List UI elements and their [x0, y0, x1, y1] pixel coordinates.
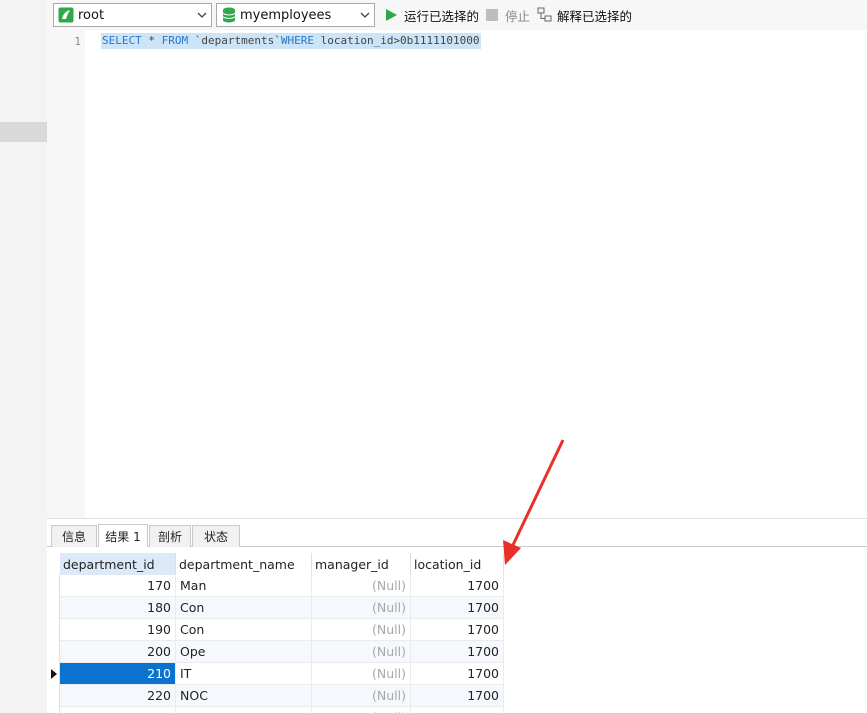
cell-location-id[interactable]: 1700 — [411, 663, 504, 685]
results-panel: 信息 结果 1 剖析 状态 department_id department_n… — [47, 518, 867, 713]
run-selected-label: 运行已选择的 — [404, 8, 480, 24]
row-pointer-icon — [51, 669, 57, 679]
cell-department-name[interactable]: NOC — [176, 685, 312, 707]
sql-editor[interactable]: 1 SELECT * FROM `departments`WHERE locat… — [47, 30, 867, 518]
cell-manager-id[interactable]: (Null) — [312, 641, 411, 663]
query-toolbar: root myemployees 运行已选择的 停止 解释已选择的 — [47, 0, 867, 30]
column-header-department-id[interactable]: department_id — [60, 553, 176, 575]
sql-condition: location_id>0b1111101000 — [313, 34, 480, 47]
explain-selected-label: 解释已选择的 — [557, 8, 633, 24]
sql-keyword: FROM — [161, 34, 189, 47]
cell-department-id[interactable]: 220 — [60, 685, 176, 707]
table-row[interactable]: 190 Con (Null) 1700 — [47, 619, 507, 641]
cell-manager-id[interactable]: (Null) — [312, 685, 411, 707]
line-number: 1 — [74, 35, 81, 48]
database-icon — [222, 7, 236, 23]
cell-location-id[interactable]: 1700 — [411, 641, 504, 663]
cell-location-id[interactable]: 1700 — [411, 619, 504, 641]
sql-keyword: SELECT — [102, 34, 142, 47]
cell-department-name[interactable]: IT — [176, 707, 312, 713]
table-row[interactable]: 210 IT (Null) 1700 — [47, 663, 507, 685]
chevron-down-icon — [197, 12, 207, 18]
tab-profile[interactable]: 剖析 — [149, 525, 191, 547]
tab-info[interactable]: 信息 — [51, 525, 97, 547]
stop-label: 停止 — [505, 8, 531, 24]
column-header-manager-id[interactable]: manager_id — [312, 553, 411, 575]
run-selected-button[interactable]: 运行已选择的 — [384, 4, 479, 26]
cell-department-name[interactable]: Con — [176, 619, 312, 641]
row-indicator[interactable] — [47, 663, 60, 685]
row-indicator[interactable] — [47, 641, 60, 663]
sql-table-name: `departments` — [188, 34, 281, 47]
explain-selected-button[interactable]: 解释已选择的 — [537, 4, 632, 26]
cell-location-id[interactable]: 1700 — [411, 575, 504, 597]
result-tabs: 信息 结果 1 剖析 状态 — [47, 523, 867, 547]
sql-text: * — [141, 34, 162, 47]
chevron-down-icon — [360, 12, 370, 18]
cell-manager-id[interactable]: (Null) — [312, 663, 411, 685]
table-row[interactable]: 170 Man (Null) 1700 — [47, 575, 507, 597]
connection-name: root — [78, 7, 105, 23]
row-indicator[interactable] — [47, 619, 60, 641]
row-indicator[interactable] — [47, 707, 60, 713]
tab-result-1[interactable]: 结果 1 — [98, 524, 148, 547]
column-header-department-name[interactable]: department_name — [176, 553, 312, 575]
cell-manager-id[interactable]: (Null) — [312, 707, 411, 713]
sql-keyword: WHERE — [280, 34, 314, 47]
table-row[interactable]: 220 NOC (Null) 1700 — [47, 685, 507, 707]
cell-location-id[interactable]: 1700 — [411, 707, 504, 713]
column-header-location-id[interactable]: location_id — [411, 553, 504, 575]
cell-department-name[interactable]: Con — [176, 597, 312, 619]
tab-status[interactable]: 状态 — [192, 525, 240, 547]
row-indicator[interactable] — [47, 685, 60, 707]
cell-department-id[interactable]: 180 — [60, 597, 176, 619]
cell-location-id[interactable]: 1700 — [411, 685, 504, 707]
cell-manager-id[interactable]: (Null) — [312, 619, 411, 641]
cell-department-id[interactable]: 210 — [60, 663, 176, 685]
database-name: myemployees — [240, 7, 332, 23]
stop-icon — [486, 9, 498, 21]
cell-department-name[interactable]: Ope — [176, 641, 312, 663]
cell-department-id[interactable]: 200 — [60, 641, 176, 663]
table-row[interactable]: 180 Con (Null) 1700 — [47, 597, 507, 619]
database-select[interactable]: myemployees — [216, 3, 375, 27]
cell-manager-id[interactable]: (Null) — [312, 575, 411, 597]
cell-manager-id[interactable]: (Null) — [312, 597, 411, 619]
cell-department-id[interactable]: 170 — [60, 575, 176, 597]
run-icon — [386, 9, 397, 21]
explain-icon — [537, 7, 552, 22]
cell-department-id[interactable]: 190 — [60, 619, 176, 641]
row-indicator[interactable] — [47, 597, 60, 619]
table-row[interactable]: 230IT(Null)1700 — [47, 707, 507, 713]
left-panel-strip — [0, 0, 47, 713]
table-row[interactable]: 200 Ope (Null) 1700 — [47, 641, 507, 663]
cell-location-id[interactable]: 1700 — [411, 597, 504, 619]
row-indicator[interactable] — [47, 575, 60, 597]
left-panel-selected-item[interactable] — [0, 122, 47, 142]
cell-department-id[interactable]: 230 — [60, 707, 176, 713]
cell-department-name[interactable]: Man — [176, 575, 312, 597]
sql-code-line[interactable]: SELECT * FROM `departments`WHERE locatio… — [101, 33, 481, 49]
connection-icon — [58, 7, 74, 23]
cell-department-name[interactable]: IT — [176, 663, 312, 685]
connection-select[interactable]: root — [53, 3, 212, 27]
line-number-gutter: 1 — [47, 30, 85, 518]
stop-button[interactable]: 停止 — [486, 4, 530, 26]
